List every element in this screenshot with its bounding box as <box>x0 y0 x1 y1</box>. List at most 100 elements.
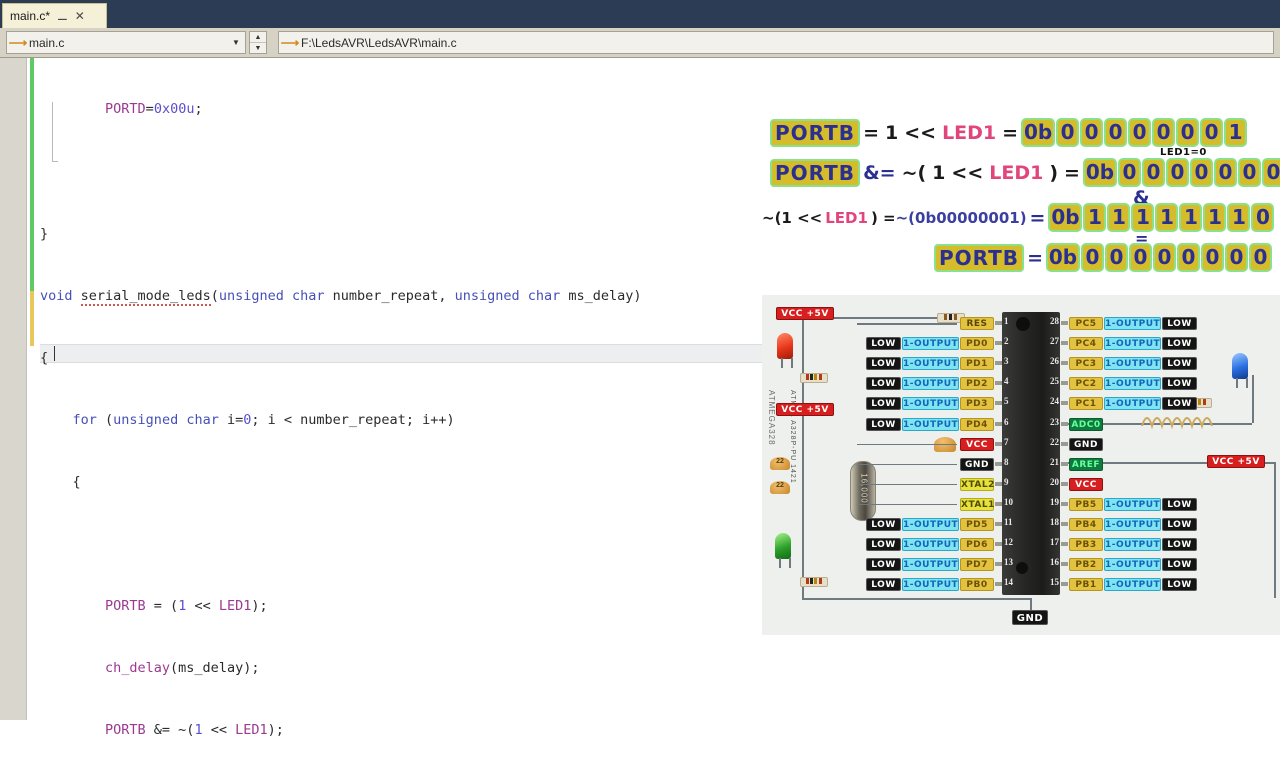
pin-name-pd7: PD7 <box>960 558 994 572</box>
chevron-down-icon[interactable]: ▼ <box>227 38 245 47</box>
pin-name-pc5: PC5 <box>1069 317 1103 330</box>
vcc-label-right: VCC +5V <box>1207 455 1265 468</box>
wire <box>857 483 957 486</box>
pin-leg <box>995 441 1002 446</box>
capacitor-1-value: 22 <box>776 458 784 465</box>
mcu-schematic: ATMEGA328 ATMEL A328P-PU 1421 VCC +5V VC… <box>762 295 1280 635</box>
bit: 1 <box>1203 203 1227 232</box>
pin-name-pd4: PD4 <box>960 417 994 431</box>
pin-leg <box>1061 522 1068 526</box>
code-line: PORTB = (1 << LED1); <box>40 598 268 615</box>
pin-name-pd1: PD1 <box>960 357 994 371</box>
pin-leg <box>995 361 1002 366</box>
bit: 0 <box>1251 203 1275 232</box>
pin-dir-pd5: 1-OUTPUT <box>902 518 959 531</box>
pin-leg <box>995 381 1002 386</box>
row1-shift: << <box>904 121 937 144</box>
pin-state-pc2: LOW <box>1162 377 1197 391</box>
scope-dropdown[interactable]: ⟶ main.c ▼ <box>6 31 246 54</box>
row2-bits: 0b00000001 <box>1082 158 1280 187</box>
led-red-resistor <box>800 373 828 383</box>
chip-notch-2 <box>1016 562 1028 574</box>
bit: 0 <box>1200 118 1224 147</box>
chevron-down-icon[interactable]: ▼ <box>250 43 266 53</box>
pin-leg <box>1061 562 1068 567</box>
pin-number: 22 <box>1050 436 1059 447</box>
pin-name-pc1: PC1 <box>1069 397 1103 411</box>
pin-name-pb0: PB0 <box>960 578 994 592</box>
pin-name-pb2: PB2 <box>1069 558 1103 572</box>
code-line: for (unsigned char i=0; i < number_repea… <box>72 411 455 428</box>
row3-led1: LED1 <box>825 208 868 227</box>
scope-dropdown-value: main.c <box>29 35 65 50</box>
pin-dir-pd6: 1-OUTPUT <box>902 538 959 552</box>
bit: 1 <box>1083 203 1107 232</box>
pin-name-pc2: PC2 <box>1069 377 1103 391</box>
binary-explanation-panel: PORTB = 1 << LED1 = 0b 0 0 0 0 0 0 0 1 LED1=0 PO… <box>762 110 1280 280</box>
row4-eq: = <box>1027 246 1043 269</box>
pin-number: 14 <box>1004 577 1013 588</box>
pin-state-pd1: LOW <box>866 357 901 371</box>
code-line: PORTD=0x00u; <box>40 101 203 118</box>
code-line: } <box>40 225 49 242</box>
file-path-field[interactable]: ⟶ F:\LedsAVR\LedsAVR\main.c <box>278 31 1274 54</box>
pin-dir-pc2: 1-OUTPUT <box>1104 377 1161 391</box>
pin-dir-pb0: 1-OUTPUT <box>902 578 959 592</box>
pin-dir-pb1: 1-OUTPUT <box>1104 578 1161 592</box>
pin-number: 9 <box>1004 476 1009 487</box>
wire <box>857 443 957 446</box>
pin-name-pc3: PC3 <box>1069 357 1103 371</box>
pin-state-pb3: LOW <box>1162 538 1197 552</box>
bit: 0 <box>1213 158 1237 187</box>
row1-eq2: = <box>1002 121 1019 144</box>
bit: 1 <box>1107 203 1131 232</box>
bit: 0 <box>1117 158 1141 187</box>
editor-gutter <box>0 58 27 720</box>
pin-state-pc1: LOW <box>1162 397 1197 411</box>
bit: 0 <box>1128 118 1152 147</box>
led-red <box>777 333 793 368</box>
wire <box>857 503 957 506</box>
led-green-resistor <box>800 577 828 587</box>
pin-leg <box>995 542 1002 547</box>
pin-leg <box>1061 542 1068 547</box>
vcc-label-top: VCC +5V <box>776 307 834 320</box>
led-red-legs <box>780 358 793 368</box>
row1-bits: 0b 0 0 0 0 0 0 0 1 <box>1021 118 1248 147</box>
pin-number: 18 <box>1050 517 1059 527</box>
row3-expr-left: ~(1 << <box>762 208 823 227</box>
binary-row-2: PORTB &= ~( 1 << LED1 ) = 0b00000001 <box>770 158 1280 187</box>
pin-name-pd3: PD3 <box>960 397 994 411</box>
code-line: ch_delay(ms_delay); <box>40 660 260 677</box>
row3-eq: = <box>1029 206 1046 229</box>
bit: 0 <box>1189 158 1213 187</box>
pin-number: 20 <box>1050 476 1059 487</box>
bit: 0 <box>1261 158 1280 187</box>
pin-leg <box>1061 321 1068 325</box>
code-text[interactable]: PORTD=0x00u; } void serial_mode_leds(uns… <box>40 58 780 738</box>
pin-icon[interactable]: ⚊ <box>57 10 68 22</box>
row2-led1: LED1 <box>989 161 1044 184</box>
potentiometer-coil <box>1141 417 1213 430</box>
pin-leg <box>995 481 1002 486</box>
row4-bits: 0b 0 0 0 0 0 0 0 0 <box>1045 243 1273 272</box>
wire <box>1030 598 1032 610</box>
row1-one: 1 <box>884 121 899 144</box>
led1-note: LED1=0 <box>1160 147 1207 158</box>
chevron-up-icon[interactable]: ▲ <box>250 32 266 43</box>
close-icon[interactable]: ✕ <box>75 10 85 22</box>
pin-leg <box>1061 461 1068 466</box>
pin-state-pc3: LOW <box>1162 357 1197 371</box>
pin-leg <box>1061 341 1068 346</box>
pin-dir-pd3: 1-OUTPUT <box>902 397 959 411</box>
pin-state-pd0: LOW <box>866 337 901 351</box>
bit: 1 <box>1155 203 1179 232</box>
tab-main-c[interactable]: main.c* ⚊ ✕ <box>2 3 107 28</box>
pin-name-adc0: ADC0 <box>1069 417 1103 431</box>
pin-number: 16 <box>1050 557 1059 568</box>
pin-dir-pc5: 1-OUTPUT <box>1104 317 1161 330</box>
pin-number: 13 <box>1004 557 1013 568</box>
nav-spinner[interactable]: ▲ ▼ <box>249 31 267 54</box>
wire <box>857 323 957 325</box>
pin-name-gnd: GND <box>1069 437 1103 451</box>
